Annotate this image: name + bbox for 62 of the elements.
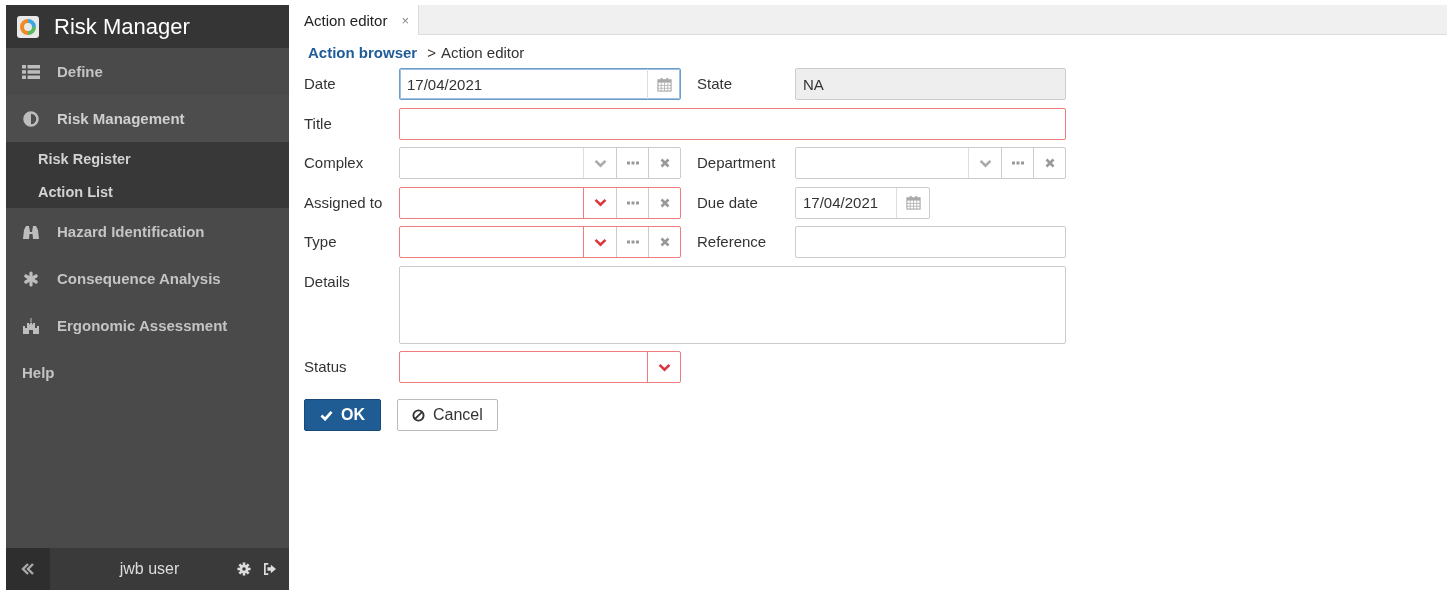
field-label: State (697, 74, 733, 94)
castle-icon (22, 317, 40, 334)
date-input[interactable]: 17/04/2021 (400, 69, 647, 99)
user-name: jwb user (118, 560, 181, 578)
close-icon (659, 158, 670, 168)
half-circle-icon (22, 110, 40, 127)
ellipsis-icon (626, 200, 639, 205)
tab-label[interactable]: Action editor (289, 11, 388, 29)
date-input[interactable]: 17/04/2021 (796, 187, 896, 218)
text-field[interactable] (795, 226, 1066, 258)
ellipsis-icon (626, 161, 639, 165)
cancel-button[interactable]: Cancel (397, 399, 498, 431)
chevron-down-icon (593, 158, 607, 168)
logo-icon (17, 15, 39, 38)
text-area[interactable] (399, 265, 1066, 344)
double-chevron-icon (21, 563, 35, 575)
app-title: Risk Manager (54, 13, 190, 40)
field-label: Complex (304, 153, 364, 173)
field-label: Details (304, 271, 350, 292)
chevron-down-icon (978, 158, 992, 168)
cancel-icon (412, 408, 425, 422)
list-icon (22, 64, 40, 79)
submenu-item[interactable]: Risk Register (6, 142, 289, 175)
combo-box[interactable] (399, 186, 681, 219)
field-label: Department (697, 153, 776, 173)
text-field[interactable] (399, 107, 1066, 140)
breadcrumb-separator: > (427, 44, 436, 61)
settings-icon[interactable] (237, 562, 251, 576)
chevron-down-icon (593, 198, 607, 207)
close-icon (1044, 158, 1055, 168)
field-label: Assigned to (304, 192, 383, 213)
close-icon (659, 237, 670, 247)
close-button[interactable]: × (401, 12, 409, 28)
breadcrumb-link[interactable]: Action browser (308, 44, 418, 61)
field-label: Reference (697, 232, 767, 252)
asterisk-icon (22, 270, 40, 287)
field-label: Due date (697, 192, 758, 213)
ellipsis-icon (626, 240, 639, 244)
combo-box[interactable] (795, 147, 1066, 179)
field-label: Title (304, 113, 332, 134)
combo-box[interactable] (399, 226, 681, 258)
ok-button[interactable]: OK (304, 399, 381, 431)
binoculars-icon (22, 223, 40, 240)
calendar-icon (905, 195, 921, 210)
collapse-button[interactable] (6, 548, 50, 590)
chevron-down-icon (593, 237, 607, 247)
tab[interactable]: Action editor × (289, 5, 419, 35)
close-icon (659, 197, 670, 208)
check-icon (320, 409, 333, 421)
ellipsis-icon (1011, 161, 1024, 165)
field-label: Status (304, 357, 347, 377)
combo-box[interactable] (399, 147, 681, 179)
logout-icon[interactable] (263, 563, 277, 575)
field-label: Date (304, 74, 336, 94)
calendar-icon (656, 76, 672, 92)
date-field[interactable]: 17/04/2021 (795, 186, 930, 219)
date-field[interactable]: 17/04/2021 (399, 68, 681, 100)
breadcrumb-current: Action editor (440, 44, 525, 61)
chevron-down-icon (657, 362, 671, 372)
submenu-item[interactable]: Action List (6, 175, 289, 208)
field-label: Type (304, 232, 337, 252)
dropdown[interactable] (399, 351, 681, 383)
